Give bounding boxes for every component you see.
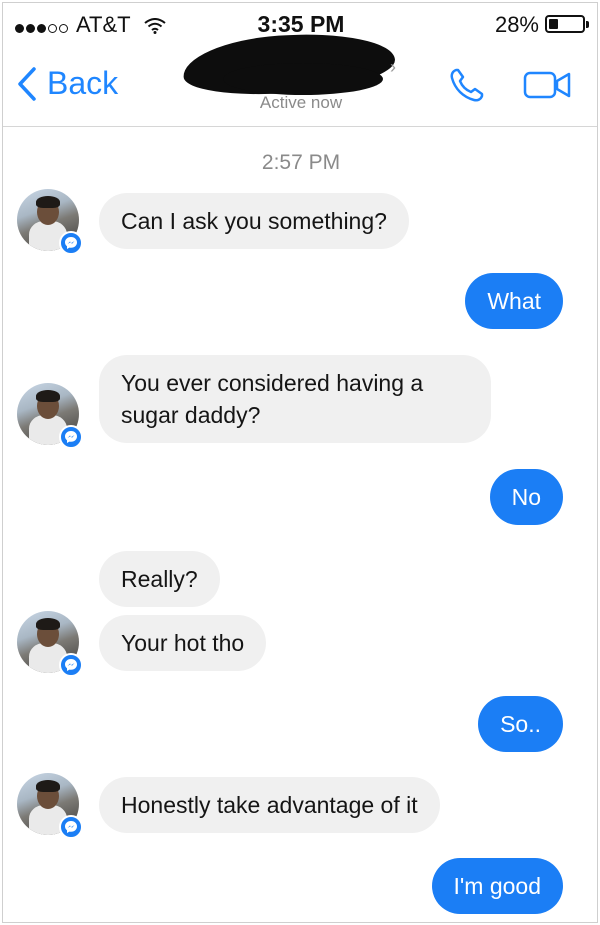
contact-avatar[interactable] bbox=[17, 383, 83, 449]
messenger-badge-icon bbox=[59, 815, 83, 839]
messenger-badge-icon bbox=[59, 231, 83, 255]
message-bubble-incoming[interactable]: You ever considered having a sugar daddy… bbox=[99, 355, 491, 443]
contact-avatar[interactable] bbox=[17, 189, 83, 255]
phone-icon[interactable] bbox=[447, 65, 487, 105]
phone-screen: AT&T 3:35 PM 28% Back › Active now 2:57 … bbox=[2, 2, 598, 923]
battery-percent: 28% bbox=[494, 12, 539, 37]
message-bubble-incoming[interactable]: Can I ask you something? bbox=[99, 193, 409, 249]
message-bubble-outgoing[interactable]: I'm good bbox=[431, 858, 563, 914]
redaction-mark bbox=[223, 63, 383, 95]
message-bubble-incoming[interactable]: Really? bbox=[99, 551, 220, 607]
contact-avatar[interactable] bbox=[17, 773, 83, 839]
message-bubble-incoming[interactable]: Honestly take advantage of it bbox=[99, 777, 440, 833]
message-timestamp: 2:57 PM bbox=[261, 151, 341, 174]
message-bubble-outgoing[interactable]: What bbox=[465, 273, 563, 329]
contact-status: Active now bbox=[259, 93, 343, 112]
messenger-badge-icon bbox=[59, 425, 83, 449]
message-bubble-incoming[interactable]: Your hot tho bbox=[99, 615, 267, 671]
contact-avatar[interactable] bbox=[17, 611, 83, 677]
messenger-badge-icon bbox=[59, 653, 83, 677]
battery-fill bbox=[549, 19, 558, 29]
chevron-right-icon: › bbox=[390, 57, 396, 77]
message-bubble-outgoing[interactable]: No bbox=[489, 469, 563, 525]
video-camera-icon[interactable] bbox=[523, 69, 573, 101]
battery-icon bbox=[545, 15, 589, 33]
message-bubble-outgoing[interactable]: So.. bbox=[478, 696, 563, 752]
conversation-header: Back › Active now bbox=[3, 27, 597, 127]
